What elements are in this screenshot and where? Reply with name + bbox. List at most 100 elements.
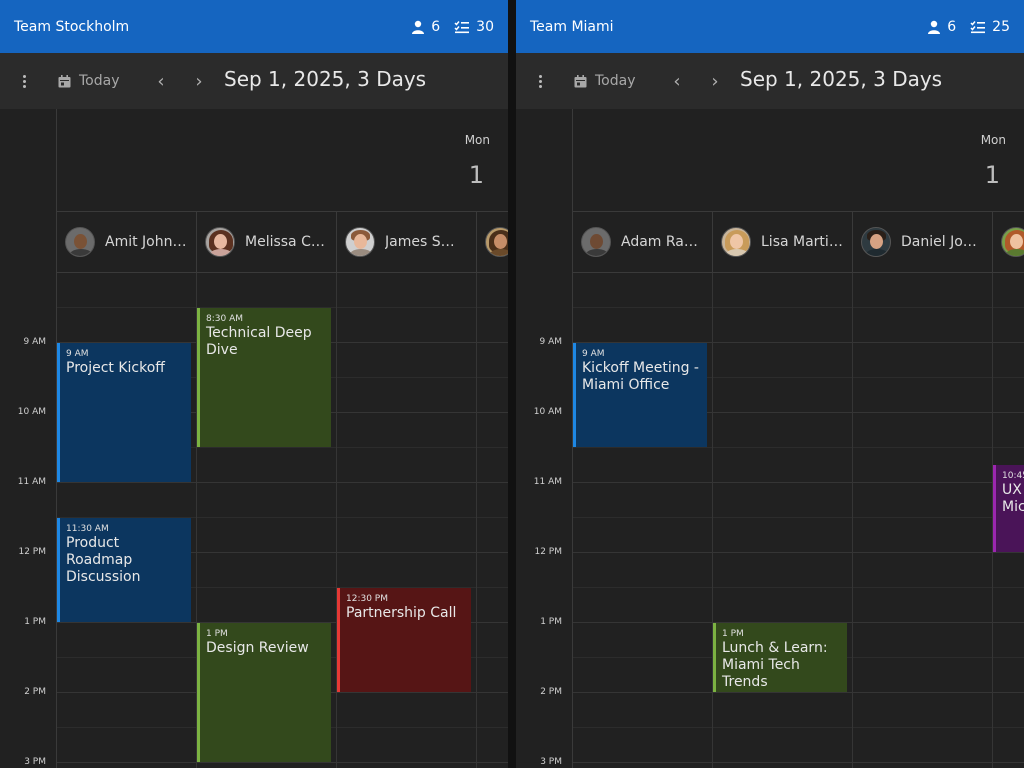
event-card[interactable]: 8:30 AM Technical Deep Dive — [197, 308, 331, 447]
time-label: 2 PM — [24, 687, 46, 697]
time-label: 11 AM — [17, 477, 46, 487]
resource-header-row: Adam Ramirez Lisa Martinez Daniel Johnso… — [573, 212, 1024, 273]
time-label: 12 PM — [18, 547, 46, 557]
event-time: 11:30 AM — [66, 524, 109, 534]
time-label: 9 AM — [23, 337, 46, 347]
avatar — [485, 227, 508, 257]
grid-line — [573, 727, 1024, 728]
avatar — [1001, 227, 1024, 257]
event-accent — [197, 623, 200, 762]
event-card[interactable]: 9 AM Kickoff Meeting - Miami Office — [573, 343, 707, 447]
event-card[interactable]: 10:45 UX Mic — [993, 465, 1024, 552]
event-time: 9 AM — [582, 349, 605, 359]
time-label: 3 PM — [24, 757, 46, 767]
members-stat: 6 — [927, 19, 956, 35]
grid-line — [57, 762, 508, 763]
previous-chevron-icon[interactable]: ‹ — [149, 69, 173, 93]
scheduler-toolbar: Today ‹ › Sep 1, 2025, 3 Days — [516, 53, 1024, 109]
resource-header[interactable] — [993, 212, 1024, 272]
event-accent — [57, 518, 60, 622]
date-range-title: Sep 1, 2025, 3 Days — [740, 67, 943, 91]
next-chevron-icon[interactable]: › — [187, 69, 211, 93]
today-button[interactable]: Today — [58, 69, 120, 93]
grid-line — [573, 587, 1024, 588]
calendar-icon — [574, 74, 587, 87]
resource-header[interactable]: James Smith — [337, 212, 477, 272]
previous-chevron-icon[interactable]: ‹ — [665, 69, 689, 93]
time-label: 12 PM — [534, 547, 562, 557]
scheduler-panel-stockholm: Team Stockholm 6 30 Today ‹ › Sep 1, 202… — [0, 0, 508, 768]
tasks-stat: 25 — [970, 19, 1010, 35]
event-card[interactable]: 9 AM Project Kickoff — [57, 343, 191, 482]
today-label: Today — [595, 73, 636, 89]
time-label: 2 PM — [540, 687, 562, 697]
grid-line — [573, 692, 1024, 693]
grid-line — [573, 482, 1024, 483]
more-menu-icon[interactable] — [14, 71, 34, 91]
next-chevron-icon[interactable]: › — [703, 69, 727, 93]
event-card[interactable]: 1 PM Design Review — [197, 623, 331, 762]
members-count: 6 — [947, 18, 957, 35]
person-icon — [928, 20, 941, 34]
column-line — [852, 273, 853, 768]
calendar-icon — [58, 74, 71, 87]
date-range-title: Sep 1, 2025, 3 Days — [224, 67, 427, 91]
day-name: Mon — [980, 133, 1006, 147]
avatar — [861, 227, 891, 257]
app-root: Team Stockholm 6 30 Today ‹ › Sep 1, 202… — [0, 0, 1024, 768]
event-title: Technical Deep Dive — [206, 325, 312, 358]
grid-line — [57, 482, 508, 483]
team-header: Team Miami 6 25 — [516, 0, 1024, 53]
today-button[interactable]: Today — [574, 69, 636, 93]
resource-header[interactable]: Lisa Martinez — [713, 212, 853, 272]
resource-header[interactable]: Melissa Carter — [197, 212, 337, 272]
column-line — [712, 273, 713, 768]
event-card[interactable]: 12:30 PM Partnership Call — [337, 588, 471, 692]
event-title: Lunch & Learn: Miami Tech Trends — [722, 640, 828, 690]
day-number: 1 — [984, 161, 1000, 189]
resource-header[interactable]: Amit Johnson — [57, 212, 197, 272]
event-title: Kickoff Meeting - Miami Office — [582, 360, 699, 393]
schedule-grid: Mon 1 Amit Johnson Melissa Carter James … — [0, 109, 508, 768]
event-accent — [337, 588, 340, 692]
resource-header[interactable] — [477, 212, 508, 272]
event-card[interactable]: 11:30 AM Product Roadmap Discussion — [57, 518, 191, 622]
tasks-count: 30 — [476, 18, 494, 35]
day-header[interactable]: Mon 1 — [57, 109, 508, 212]
resource-header[interactable]: Daniel Johnson — [853, 212, 993, 272]
column-line — [476, 273, 477, 768]
avatar — [205, 227, 235, 257]
time-label: 10 AM — [17, 407, 46, 417]
more-menu-icon[interactable] — [530, 71, 550, 91]
day-header[interactable]: Mon 1 — [573, 109, 1024, 212]
event-title: Product Roadmap Discussion — [66, 535, 141, 585]
time-label: 10 AM — [533, 407, 562, 417]
team-name: Team Miami — [530, 18, 614, 35]
team-stats: 6 30 — [411, 0, 494, 53]
grid-line — [573, 517, 1024, 518]
grid-line — [573, 552, 1024, 553]
event-accent — [57, 343, 60, 482]
resource-name: Adam Ramirez — [621, 234, 703, 250]
event-accent — [713, 623, 716, 692]
scheduler-toolbar: Today ‹ › Sep 1, 2025, 3 Days — [0, 53, 508, 109]
event-title: Project Kickoff — [66, 360, 165, 376]
event-title: Partnership Call — [346, 605, 457, 621]
event-title: UX Mic — [1002, 482, 1024, 515]
resource-name: Amit Johnson — [105, 234, 187, 250]
resource-name: Lisa Martinez — [761, 234, 843, 250]
team-header: Team Stockholm 6 30 — [0, 0, 508, 53]
time-label: 3 PM — [540, 757, 562, 767]
schedule-grid: Mon 1 Adam Ramirez Lisa Martinez Daniel … — [516, 109, 1024, 768]
avatar — [581, 227, 611, 257]
event-card[interactable]: 1 PM Lunch & Learn: Miami Tech Trends — [713, 623, 847, 692]
time-label: 1 PM — [24, 617, 46, 627]
checklist-icon — [454, 20, 470, 33]
panel-divider — [508, 0, 516, 768]
event-time: 1 PM — [722, 629, 744, 639]
avatar — [721, 227, 751, 257]
grid-line — [573, 307, 1024, 308]
grid-line — [573, 762, 1024, 763]
resource-header[interactable]: Adam Ramirez — [573, 212, 713, 272]
event-time: 9 AM — [66, 349, 89, 359]
